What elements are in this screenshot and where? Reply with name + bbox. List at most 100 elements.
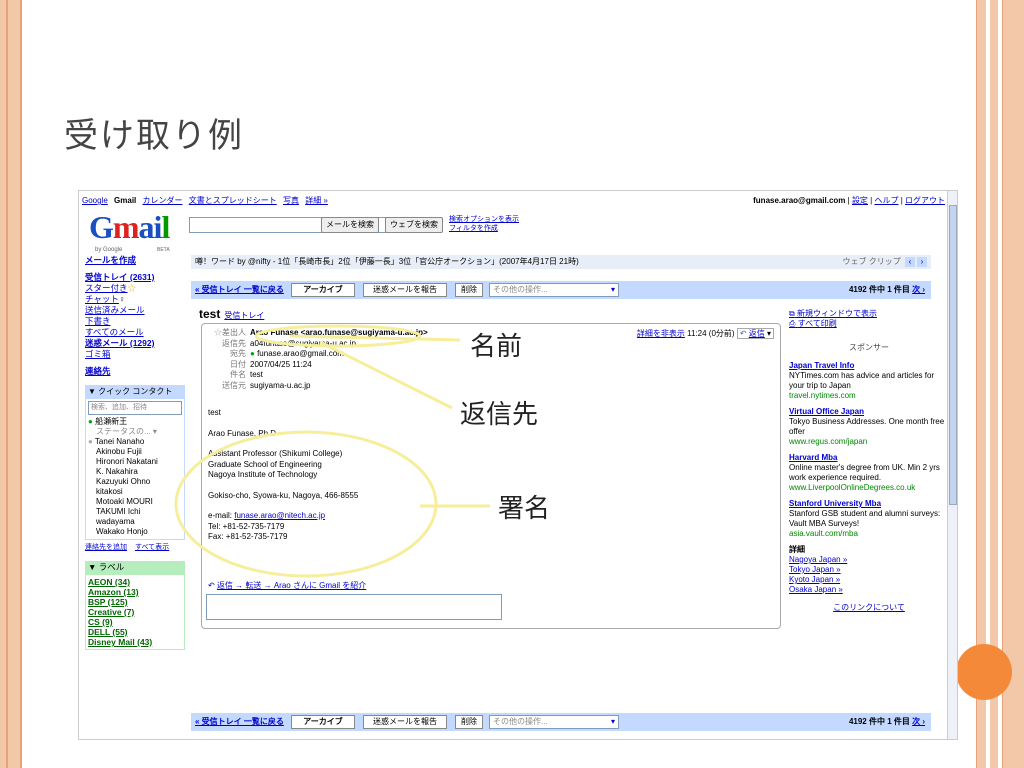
related-link[interactable]: Nagoya Japan » — [789, 555, 949, 565]
star-icon: ☆ — [127, 283, 137, 293]
add-contact-link[interactable]: 連絡先を追加 — [85, 544, 127, 551]
status-select[interactable]: ステータスの... ▾ — [88, 427, 182, 437]
sidebar-item-inbox[interactable]: 受信トレイ (2631) — [85, 272, 187, 283]
web-clip-nav: ウェブ クリップ ‹ › — [843, 255, 927, 269]
sidebar-item-chat[interactable]: チャット♀ — [85, 294, 187, 305]
related-link[interactable]: Tokyo Japan » — [789, 565, 949, 575]
date-field: 2007/04/25 11:24 — [250, 359, 312, 369]
settings-link[interactable]: 設定 — [852, 196, 868, 205]
web-clip-ticker: 噂！ワード by @nifty - 1位「長崎市長」2位「伊藤一長」3位「官公庁… — [191, 255, 931, 269]
email-link[interactable]: funase.arao@nitech.ac.jp — [234, 511, 325, 520]
message-header: ☆差出人 Arao Funase <arao.funase@sugiyama-u.… — [214, 328, 428, 390]
sidebar-item-starred[interactable]: スター付き☆ — [85, 283, 187, 294]
contact-item[interactable]: ● Tanei Nanaho — [88, 437, 182, 447]
nav-more[interactable]: 詳細 » — [305, 196, 328, 205]
labels-header[interactable]: ▼ ラベル — [85, 561, 185, 574]
hide-details-link[interactable]: 詳細を非表示 — [637, 329, 685, 338]
label-item[interactable]: CS (9) — [88, 617, 182, 627]
ad-title[interactable]: Virtual Office Japan — [789, 407, 949, 417]
sidebar-item-drafts[interactable]: 下書き — [85, 316, 187, 327]
print-icon: ⎙ — [789, 319, 796, 328]
label-item[interactable]: Amazon (13) — [88, 587, 182, 597]
help-link[interactable]: ヘルプ — [874, 196, 898, 205]
sidebar-item-contacts[interactable]: 連絡先 — [85, 366, 187, 377]
archive-button[interactable]: アーカイブ — [291, 283, 355, 297]
delete-button[interactable]: 削除 — [455, 283, 483, 297]
reply-forward-links[interactable]: ↶ 返信 → 転送 → Arao さんに Gmail を紹介 — [208, 580, 366, 591]
chat-icon: ♀ — [118, 294, 126, 304]
back-to-inbox-link[interactable]: « 受信トレイ 一覧に戻る — [195, 713, 284, 731]
next-clip-icon[interactable]: › — [917, 257, 927, 267]
show-all-contacts-link[interactable]: すべて表示 — [135, 544, 169, 551]
label-item[interactable]: DELL (55) — [88, 627, 182, 637]
new-window-icon: ⧉ — [789, 309, 795, 318]
next-link[interactable]: 次 › — [912, 285, 925, 294]
delete-button[interactable]: 削除 — [455, 715, 483, 729]
label-item[interactable]: Creative (7) — [88, 607, 182, 617]
sidebar-item-sent[interactable]: 送信済みメール — [85, 305, 187, 316]
nav-google[interactable]: Google — [82, 196, 108, 205]
prev-clip-icon[interactable]: ‹ — [905, 257, 915, 267]
contact-item[interactable]: Wakako Honjo — [88, 527, 182, 537]
search-web-button[interactable]: ウェブを検索 — [385, 217, 443, 233]
scrollbar[interactable] — [947, 191, 957, 739]
quick-reply-input[interactable] — [206, 594, 502, 620]
ad-title[interactable]: Stanford University Mba — [789, 499, 949, 509]
message-count: 4192 件中 1 件目 次 › — [848, 285, 925, 294]
contact-item[interactable]: TAKUMI Ichi — [88, 507, 182, 517]
ticker-link[interactable]: 噂！ワード by @nifty - 1位「長崎市長」2位「伊藤一長」3位「官公庁… — [195, 257, 579, 266]
archive-button[interactable]: アーカイブ — [291, 715, 355, 729]
report-spam-button[interactable]: 迷惑メールを報告 — [363, 715, 447, 729]
nav-docs[interactable]: 文書とスプレッドシート — [189, 196, 277, 205]
contact-search-input[interactable]: 検索、追加、招待 — [88, 401, 182, 415]
sidebar-item-spam[interactable]: 迷惑メール (1292) — [85, 338, 187, 349]
annotation-signature: 署名 — [498, 494, 551, 524]
contact-item[interactable]: K. Nakahira — [88, 467, 182, 477]
logout-link[interactable]: ログアウト — [905, 196, 945, 205]
from-field: Arao Funase <arao.funase@sugiyama-u.ac.j… — [250, 328, 428, 337]
related-link[interactable]: Osaka Japan » — [789, 585, 949, 595]
gmail-logo[interactable]: Gmail by Google BETA — [89, 209, 170, 253]
search-options-link[interactable]: 検索オプションを表示 — [449, 215, 519, 224]
contact-item[interactable]: Hironori Nakatani — [88, 457, 182, 467]
next-link[interactable]: 次 › — [912, 717, 925, 726]
contact-item[interactable]: Kazuyuki Ohno — [88, 477, 182, 487]
inbox-tag[interactable]: 受信トレイ — [224, 311, 264, 320]
action-bar-top: « 受信トレイ 一覧に戻る アーカイブ 迷惑メールを報告 削除 その他の操作..… — [191, 281, 931, 299]
compose-link[interactable]: メールを作成 — [85, 255, 187, 266]
label-item[interactable]: Disney Mail (43) — [88, 637, 182, 647]
ad-item: Harvard Mba Online master's degree from … — [789, 453, 949, 493]
related-link[interactable]: Kyoto Japan » — [789, 575, 949, 585]
contact-item[interactable]: Motoaki MOURI — [88, 497, 182, 507]
ads-panel: ⧉ 新規ウィンドウで表示 ⎙ すべて印刷 スポンサー Japan Travel … — [789, 309, 949, 613]
nav-photos[interactable]: 写真 — [283, 196, 299, 205]
contact-item[interactable]: kitakosi — [88, 487, 182, 497]
sidebar-item-trash[interactable]: ゴミ箱 — [85, 349, 187, 360]
print-all-link[interactable]: ⎙ すべて印刷 — [789, 319, 949, 329]
search-mail-button[interactable]: メールを検索 — [321, 217, 379, 233]
star-icon[interactable]: ☆ — [214, 328, 222, 337]
more-actions-select[interactable]: その他の操作... ▾ — [489, 283, 619, 297]
reply-button[interactable]: ↶ 返信 ▾ — [736, 328, 774, 339]
nav-calendar[interactable]: カレンダー — [143, 196, 183, 205]
sidebar-item-all[interactable]: すべてのメール — [85, 327, 187, 338]
label-item[interactable]: AEON (34) — [88, 577, 182, 587]
filter-link[interactable]: フィルタを作成 — [449, 224, 519, 233]
contact-item[interactable]: wadayama — [88, 517, 182, 527]
mailed-by-field: sugiyama-u.ac.jp — [250, 380, 311, 390]
ad-title[interactable]: Japan Travel Info — [789, 361, 949, 371]
label-item[interactable]: BSP (125) — [88, 597, 182, 607]
top-nav: Google Gmail カレンダー 文書とスプレッドシート 写真 詳細 » — [82, 195, 332, 206]
back-to-inbox-link[interactable]: « 受信トレイ 一覧に戻る — [195, 281, 284, 299]
contact-item[interactable]: Akinobu Fujii — [88, 447, 182, 457]
quick-contacts-header[interactable]: ▼ クイック コンタクト — [85, 385, 185, 398]
online-dot-icon: ● — [250, 349, 255, 358]
online-dot-icon: ● — [88, 417, 93, 426]
ad-title[interactable]: Harvard Mba — [789, 453, 949, 463]
signature-name: Arao Funase, Ph.D — [208, 428, 277, 438]
message-body: test Arao Funase, Ph.D Assistant Profess… — [208, 408, 359, 541]
about-links-link[interactable]: このリンクについて — [789, 603, 949, 613]
new-window-link[interactable]: ⧉ 新規ウィンドウで表示 — [789, 309, 949, 319]
more-actions-select[interactable]: その他の操作... ▾ — [489, 715, 619, 729]
report-spam-button[interactable]: 迷惑メールを報告 — [363, 283, 447, 297]
